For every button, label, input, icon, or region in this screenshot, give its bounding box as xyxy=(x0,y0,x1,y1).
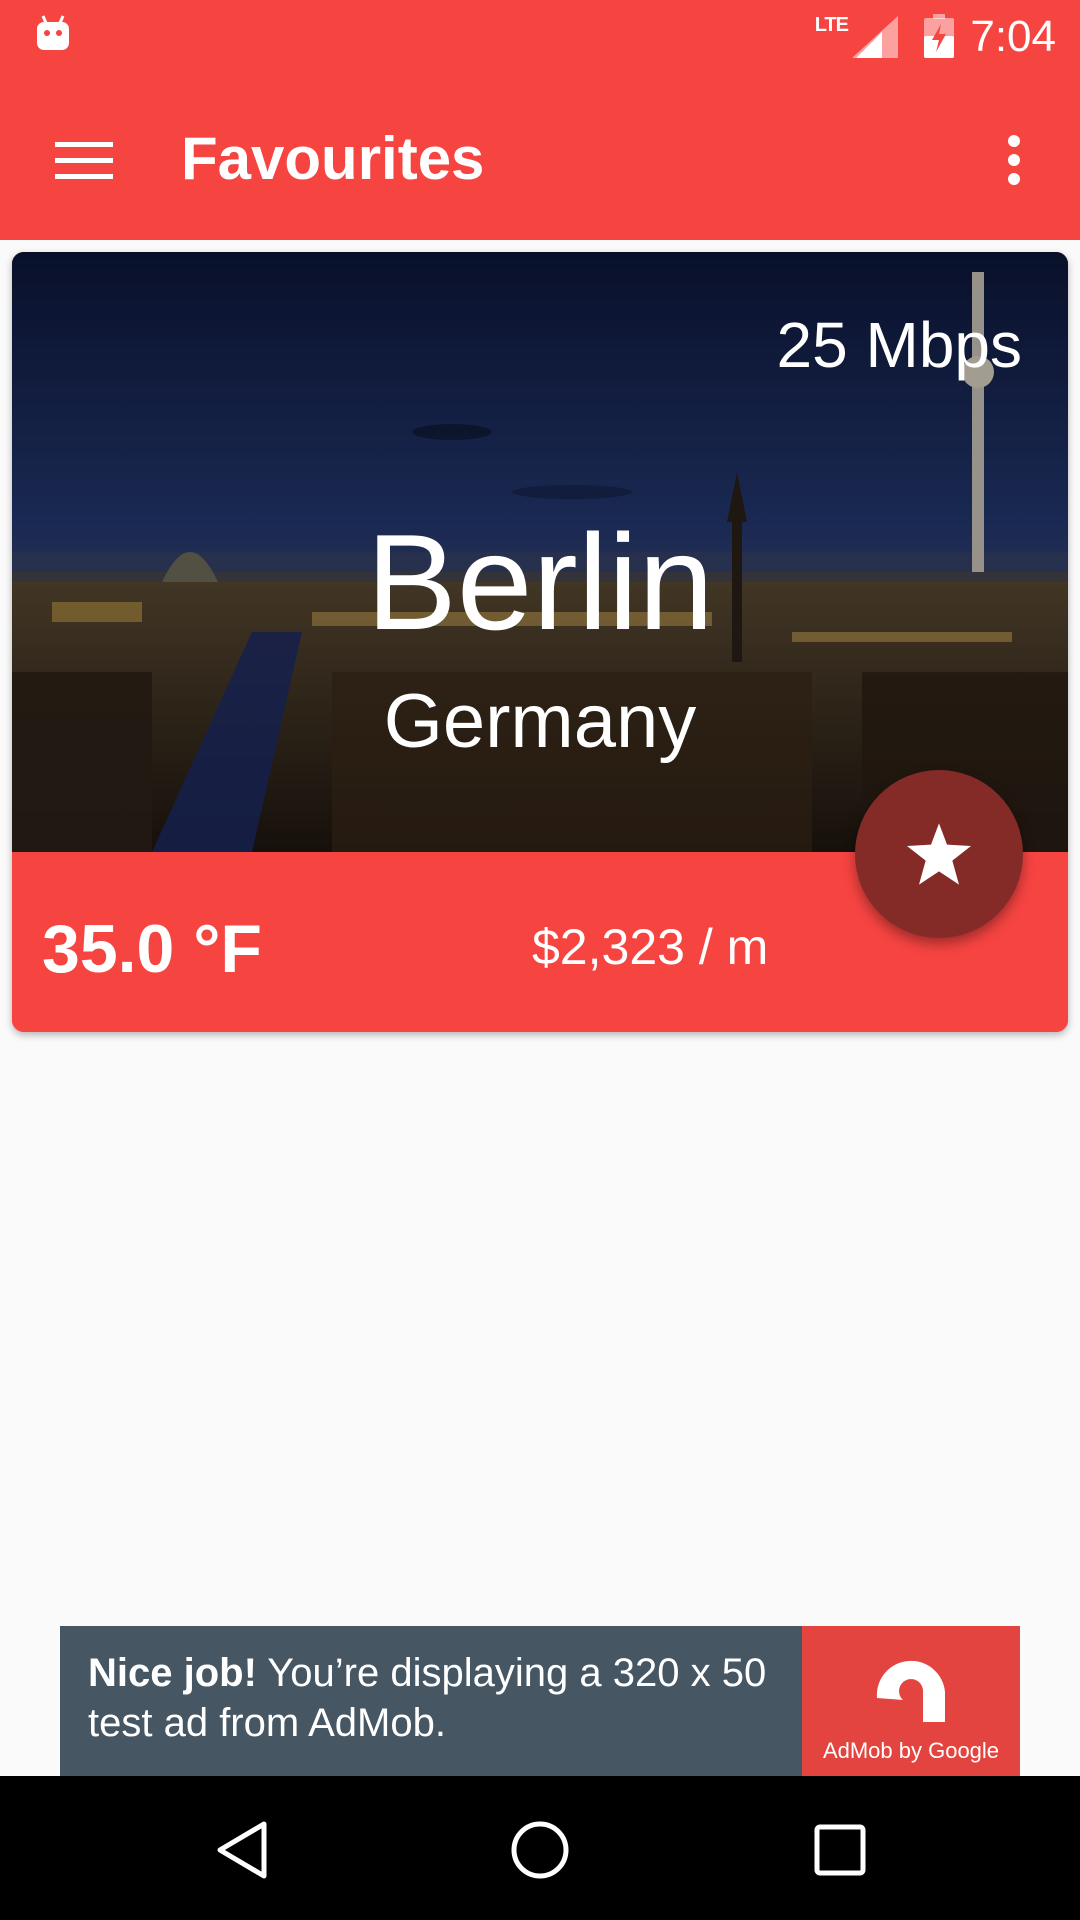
admob-caption: AdMob by Google xyxy=(822,1738,1000,1763)
favourite-toggle-button[interactable] xyxy=(855,770,1023,938)
signal-icon xyxy=(852,16,898,58)
system-navigation-bar xyxy=(0,1776,1080,1920)
android-debug-icon xyxy=(37,15,69,50)
recents-square-icon xyxy=(814,1824,866,1876)
more-vertical-icon xyxy=(1008,135,1020,185)
internet-speed: 25 Mbps xyxy=(776,309,1022,381)
back-triangle-icon xyxy=(217,1821,267,1879)
hamburger-menu-icon xyxy=(55,142,113,179)
page-title: Favourites xyxy=(181,125,485,192)
ad-headline: Nice job! xyxy=(88,1651,257,1695)
monthly-cost: $2,323 / m xyxy=(532,919,769,975)
back-button[interactable] xyxy=(194,1802,290,1898)
temperature: 35.0 °F xyxy=(42,911,262,987)
navigation-drawer-button[interactable] xyxy=(40,116,128,204)
app-bar: Favourites xyxy=(0,72,1080,240)
city-photo: 25 Mbps Berlin Germany xyxy=(12,252,1068,852)
admob-logo-icon xyxy=(876,1660,945,1722)
country-name: Germany xyxy=(383,679,697,764)
battery-charging-icon xyxy=(924,14,954,58)
network-type: LTE xyxy=(814,14,849,36)
ad-text: Nice job! You’re displaying a 320 x 50 t… xyxy=(88,1648,788,1748)
status-bar: LTE 7:04 xyxy=(0,0,1080,72)
admob-logo: AdMob by Google xyxy=(802,1626,1020,1776)
recents-button[interactable] xyxy=(792,1802,888,1898)
admob-test-ad[interactable]: Nice job! You’re displaying a 320 x 50 t… xyxy=(60,1626,1020,1776)
home-circle-icon xyxy=(511,1821,569,1879)
home-button[interactable] xyxy=(492,1802,588,1898)
clock: 7:04 xyxy=(970,12,1056,61)
city-name: Berlin xyxy=(366,506,714,658)
overflow-menu-button[interactable] xyxy=(974,116,1054,204)
star-icon xyxy=(907,823,971,885)
